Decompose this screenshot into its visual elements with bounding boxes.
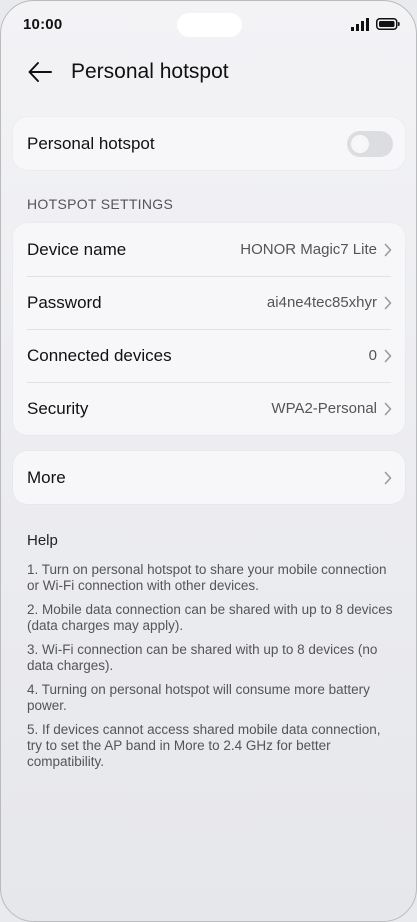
device-name-label: Device name — [27, 239, 127, 259]
chevron-right-icon — [384, 296, 392, 309]
chevron-right-icon — [384, 243, 392, 256]
header: Personal hotspot — [1, 53, 416, 93]
connected-devices-label: Connected devices — [27, 345, 172, 365]
hotspot-toggle-label: Personal hotspot — [27, 133, 155, 153]
status-icons — [350, 17, 400, 31]
hotspot-toggle-switch[interactable] — [347, 130, 393, 157]
more-card: More — [13, 451, 405, 504]
settings-row-device-name[interactable]: Device name HONOR Magic7 Lite — [13, 223, 405, 276]
device-name-value: HONOR Magic7 Lite — [240, 241, 377, 258]
hotspot-toggle-card: Personal hotspot — [13, 117, 405, 170]
hotspot-toggle-row[interactable]: Personal hotspot — [13, 117, 405, 170]
page-title: Personal hotspot — [71, 60, 229, 83]
security-value: WPA2-Personal — [271, 400, 377, 417]
more-row[interactable]: More — [13, 451, 405, 504]
camera-notch — [177, 13, 242, 37]
signal-icon — [351, 18, 369, 31]
toggle-knob — [351, 134, 369, 153]
settings-row-security[interactable]: Security WPA2-Personal — [13, 382, 405, 435]
more-label: More — [27, 467, 66, 487]
help-section: Help 1. Turn on personal hotspot to shar… — [27, 532, 397, 778]
help-item: 5. If devices cannot access shared mobil… — [27, 722, 381, 769]
back-arrow-icon[interactable] — [27, 59, 53, 85]
section-title-hotspot-settings: HOTSPOT SETTINGS — [27, 196, 174, 212]
hotspot-settings-card: Device name HONOR Magic7 Lite Password a… — [13, 223, 405, 435]
help-item: 3. Wi-Fi connection can be shared with u… — [27, 642, 378, 673]
help-item: 2. Mobile data connection can be shared … — [27, 602, 393, 633]
help-title: Help — [27, 532, 58, 549]
settings-row-connected-devices[interactable]: Connected devices 0 — [13, 329, 405, 382]
help-item: 4. Turning on personal hotspot will cons… — [27, 682, 370, 713]
battery-icon — [376, 18, 400, 30]
connected-devices-value: 0 — [368, 347, 377, 364]
status-time: 10:00 — [23, 16, 63, 33]
security-label: Security — [27, 398, 89, 418]
password-value: ai4ne4tec85xhyr — [266, 294, 377, 311]
chevron-right-icon — [384, 471, 392, 484]
phone-screen: 10:00 Personal hotspot Personal hotspot — [0, 0, 417, 922]
settings-row-password[interactable]: Password ai4ne4tec85xhyr — [13, 276, 405, 329]
help-item: 1. Turn on personal hotspot to share you… — [27, 562, 387, 593]
status-bar: 10:00 — [1, 1, 416, 47]
chevron-right-icon — [384, 349, 392, 362]
password-label: Password — [27, 292, 102, 312]
chevron-right-icon — [384, 402, 392, 415]
